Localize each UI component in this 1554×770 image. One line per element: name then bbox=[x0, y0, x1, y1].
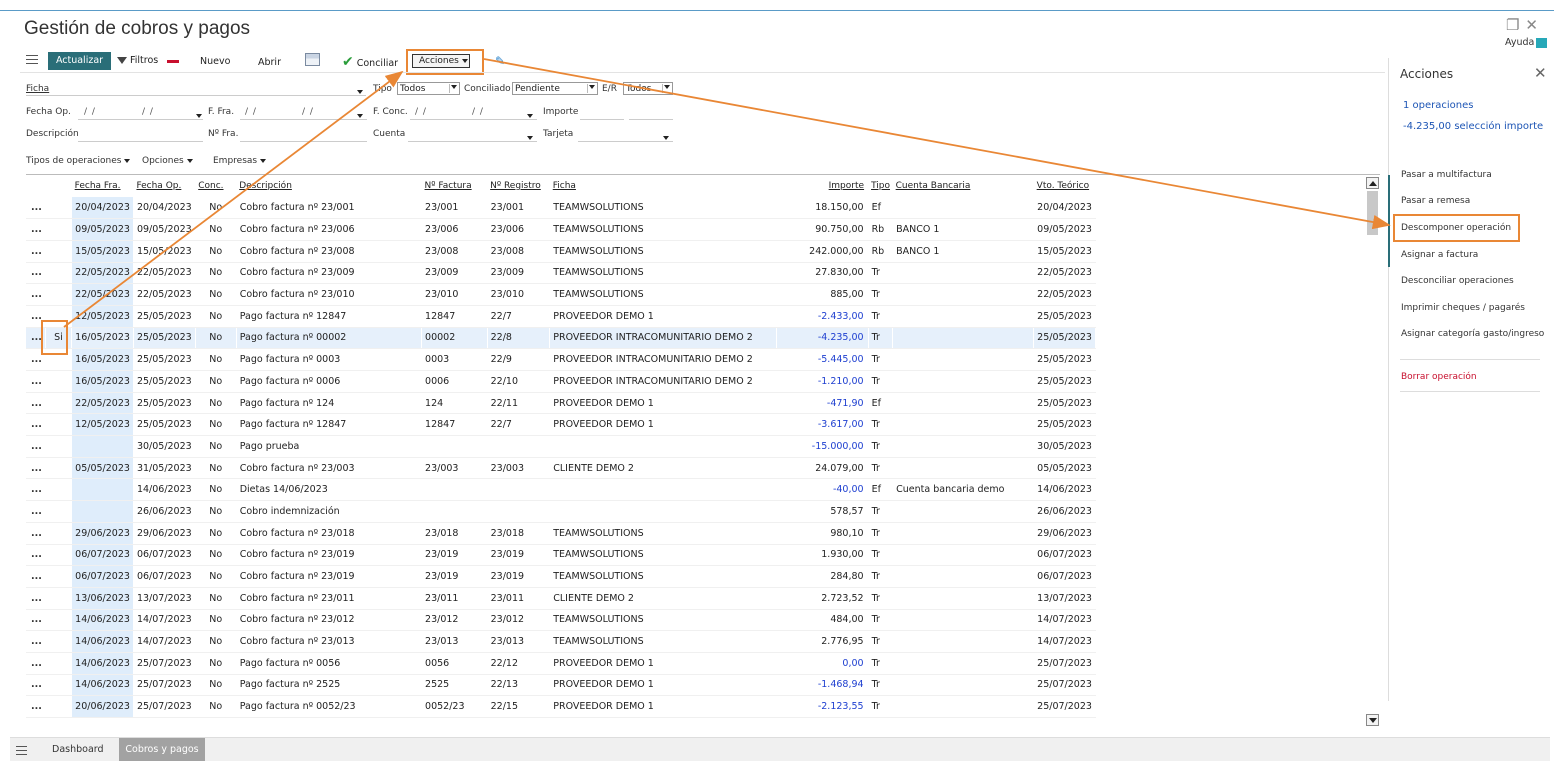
tab-dashboard[interactable]: Dashboard bbox=[52, 744, 104, 755]
arrow-selection-to-acciones bbox=[63, 70, 404, 328]
bottom-menu-icon[interactable] bbox=[16, 746, 27, 758]
arrow-acciones-to-descomponer bbox=[483, 58, 1391, 230]
bottom-tab-bar bbox=[10, 737, 1550, 761]
annotation-arrows bbox=[63, 58, 1391, 328]
tab-cobros-y-pagos[interactable]: Cobros y pagos bbox=[119, 738, 205, 761]
